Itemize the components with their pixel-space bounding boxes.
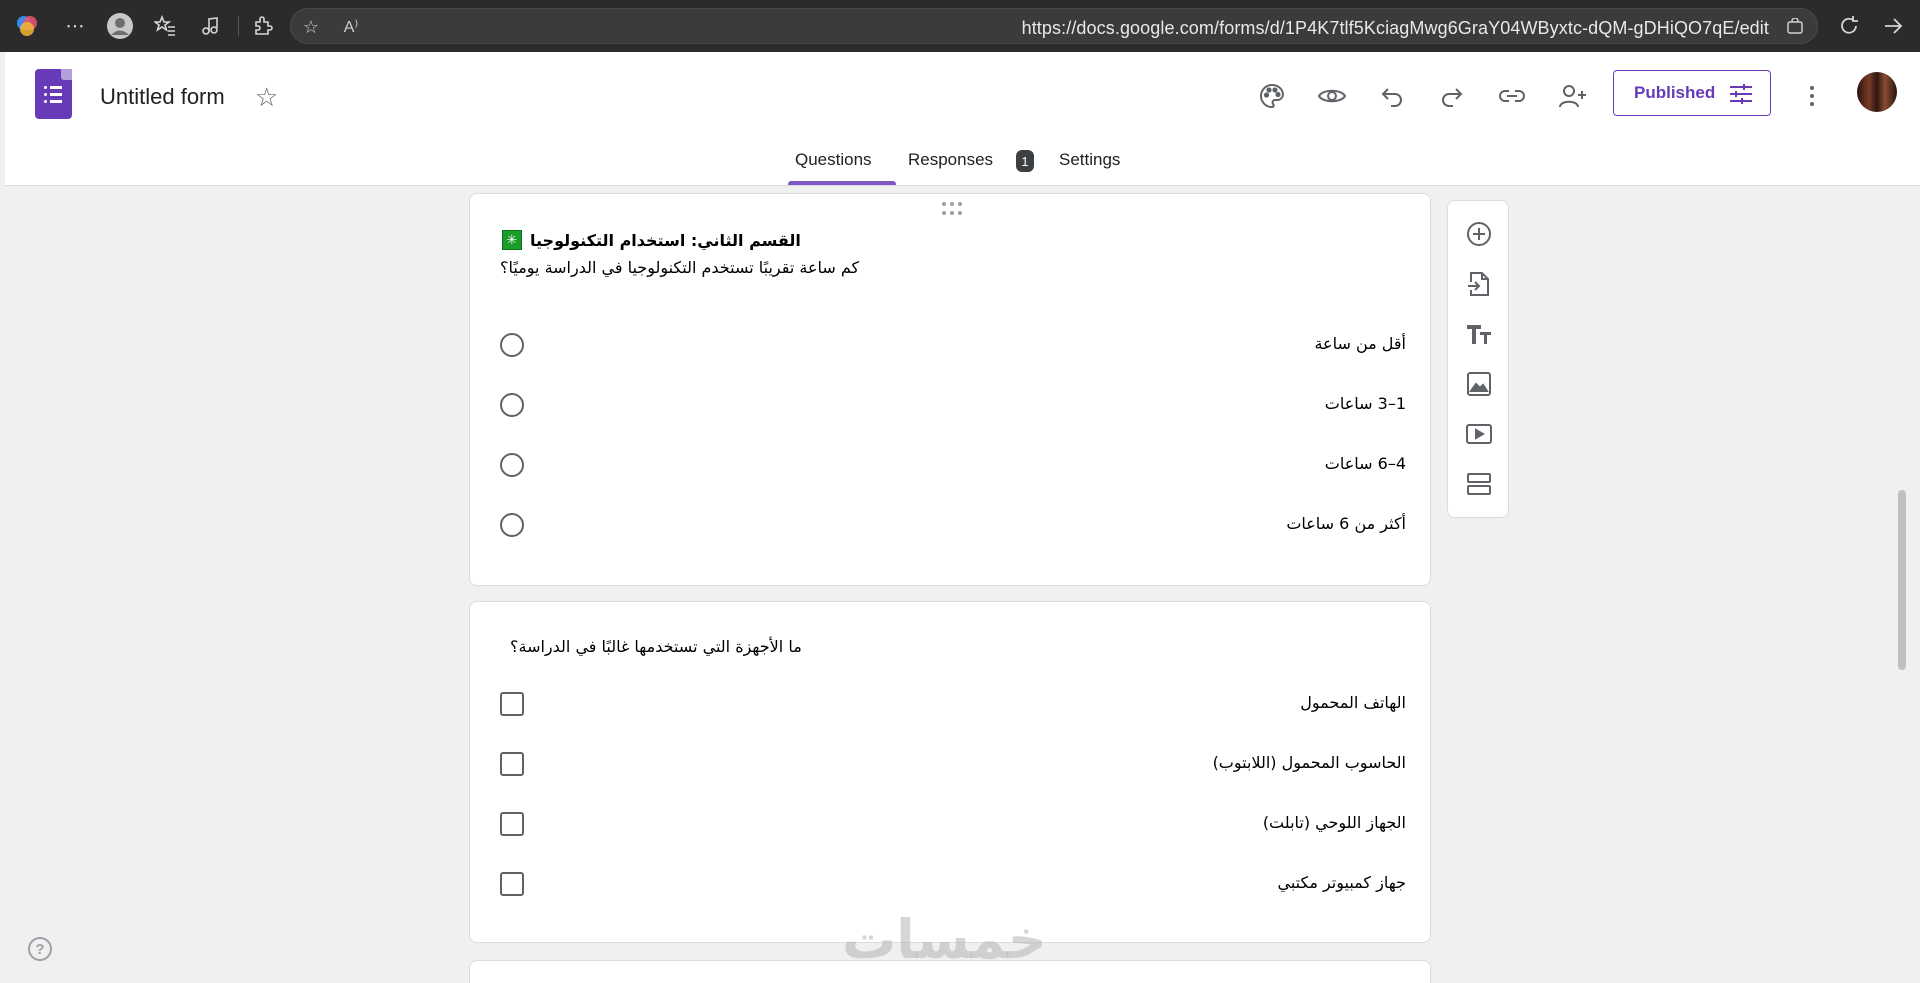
question-text[interactable]: ما الأجهزة التي تستخدمها غالبًا في الدرا… bbox=[510, 637, 802, 656]
read-aloud-icon[interactable]: A⁾ bbox=[339, 15, 363, 39]
browser-toolbar: ⋯ ☆ A⁾ https://docs.google.com/forms/d/1… bbox=[0, 0, 1920, 52]
option-label: الجهاز اللوحي (تابلت) bbox=[1262, 813, 1406, 832]
add-image-icon[interactable] bbox=[1461, 366, 1497, 402]
published-label: Published bbox=[1634, 83, 1716, 102]
preview-eye-icon[interactable] bbox=[1312, 76, 1352, 116]
import-questions-icon[interactable] bbox=[1461, 266, 1497, 302]
toolbar-separator bbox=[238, 16, 239, 36]
checkbox[interactable] bbox=[500, 692, 524, 716]
add-question-icon[interactable] bbox=[1461, 216, 1497, 252]
extensions-icon[interactable] bbox=[250, 13, 276, 39]
radio-option[interactable]: أكثر من 6 ساعات bbox=[500, 510, 1406, 540]
forms-header: Untitled form ☆ Published Questions Resp… bbox=[5, 52, 1920, 186]
checkbox[interactable] bbox=[500, 752, 524, 776]
checkbox[interactable] bbox=[500, 812, 524, 836]
media-icon[interactable] bbox=[197, 13, 223, 39]
tab-questions[interactable]: Questions bbox=[795, 150, 872, 170]
add-title-icon[interactable] bbox=[1461, 316, 1497, 352]
published-button[interactable]: Published bbox=[1613, 70, 1771, 116]
checkbox-option[interactable]: جهاز كمبيوتر مكتبي bbox=[500, 869, 1406, 899]
option-label: 4–6 ساعات bbox=[1324, 454, 1406, 473]
more-options-icon[interactable]: ⋯ bbox=[62, 13, 88, 39]
site-info-icon[interactable] bbox=[1783, 15, 1807, 39]
radio-button[interactable] bbox=[500, 453, 524, 477]
favorite-star-icon[interactable]: ☆ bbox=[299, 15, 323, 39]
question-card-section2[interactable]: ✳ القسم الثاني: استخدام التكنولوجيا كم س… bbox=[469, 193, 1431, 586]
redo-icon[interactable] bbox=[1432, 76, 1472, 116]
help-icon[interactable]: ? bbox=[28, 937, 52, 961]
active-tab-indicator bbox=[788, 181, 896, 185]
drag-handle-icon[interactable] bbox=[940, 202, 964, 216]
add-collaborator-icon[interactable] bbox=[1553, 76, 1593, 116]
floating-toolbar bbox=[1447, 200, 1509, 518]
link-icon[interactable] bbox=[1492, 76, 1532, 116]
favorites-icon[interactable] bbox=[152, 13, 178, 39]
sliders-icon bbox=[1730, 84, 1752, 104]
radio-option[interactable]: 4–6 ساعات bbox=[500, 450, 1406, 480]
address-url[interactable]: https://docs.google.com/forms/d/1P4K7tlf… bbox=[1022, 18, 1769, 39]
question-text[interactable]: كم ساعة تقريبًا تستخدم التكنولوجيا في ال… bbox=[500, 258, 859, 277]
option-label: أقل من ساعة bbox=[1314, 334, 1406, 353]
refresh-icon[interactable] bbox=[1836, 13, 1862, 39]
responses-count-badge: 1 bbox=[1016, 150, 1034, 172]
radio-button[interactable] bbox=[500, 393, 524, 417]
radio-option[interactable]: 1–3 ساعات bbox=[500, 390, 1406, 420]
tab-settings[interactable]: Settings bbox=[1059, 150, 1120, 170]
watermark: خمسات bbox=[842, 908, 1047, 971]
more-vert-icon[interactable] bbox=[1800, 76, 1824, 116]
form-title[interactable]: Untitled form bbox=[100, 84, 225, 110]
undo-icon[interactable] bbox=[1372, 76, 1412, 116]
checkbox-option[interactable]: الحاسوب المحمول (اللابتوب) bbox=[500, 749, 1406, 779]
sparkle-badge-icon: ✳ bbox=[502, 230, 522, 250]
add-section-icon[interactable] bbox=[1461, 466, 1497, 502]
forward-icon[interactable] bbox=[1880, 13, 1906, 39]
section-title: ✳ القسم الثاني: استخدام التكنولوجيا bbox=[502, 230, 801, 250]
option-label: الهاتف المحمول bbox=[1300, 693, 1406, 712]
forms-logo-icon[interactable] bbox=[35, 69, 72, 119]
radio-button[interactable] bbox=[500, 513, 524, 537]
option-label: جهاز كمبيوتر مكتبي bbox=[1277, 873, 1406, 892]
avatar[interactable] bbox=[1857, 72, 1897, 112]
option-label: الحاسوب المحمول (اللابتوب) bbox=[1212, 753, 1406, 772]
option-label: أكثر من 6 ساعات bbox=[1286, 514, 1406, 533]
checkbox-option[interactable]: الهاتف المحمول bbox=[500, 689, 1406, 719]
palette-icon[interactable] bbox=[1252, 76, 1292, 116]
section-title-text: القسم الثاني: استخدام التكنولوجيا bbox=[530, 230, 801, 250]
tab-responses[interactable]: Responses bbox=[908, 150, 993, 170]
option-label: 1–3 ساعات bbox=[1324, 394, 1406, 413]
star-icon[interactable]: ☆ bbox=[255, 82, 278, 113]
copilot-icon[interactable] bbox=[14, 13, 40, 39]
profile-icon[interactable] bbox=[107, 13, 133, 39]
checkbox[interactable] bbox=[500, 872, 524, 896]
page-scrollbar[interactable] bbox=[1898, 490, 1906, 670]
add-video-icon[interactable] bbox=[1461, 416, 1497, 452]
radio-option[interactable]: أقل من ساعة bbox=[500, 330, 1406, 360]
checkbox-option[interactable]: الجهاز اللوحي (تابلت) bbox=[500, 809, 1406, 839]
tab-bar: Questions Responses 1 Settings bbox=[5, 140, 1920, 186]
address-bar[interactable]: ☆ A⁾ https://docs.google.com/forms/d/1P4… bbox=[290, 8, 1818, 44]
radio-button[interactable] bbox=[500, 333, 524, 357]
question-card-devices[interactable]: ما الأجهزة التي تستخدمها غالبًا في الدرا… bbox=[469, 601, 1431, 943]
